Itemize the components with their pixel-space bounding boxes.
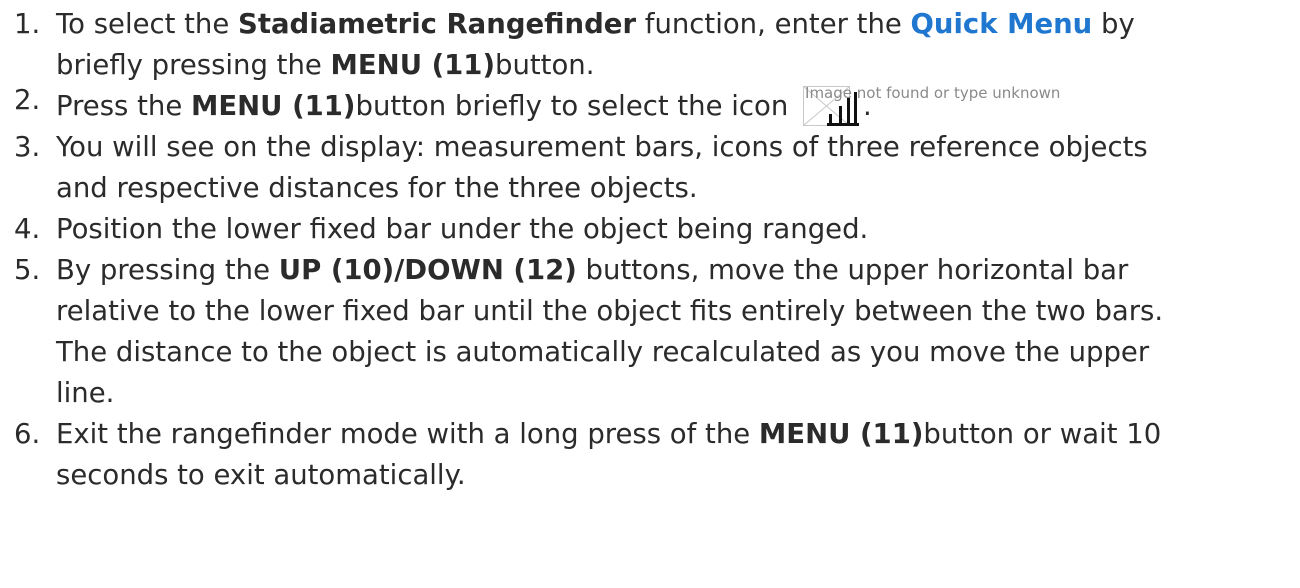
bold-button-name: UP (10)/DOWN (12)	[278, 254, 577, 286]
text-segment: Press the	[56, 90, 191, 122]
list-item-step-5: 5. By pressing the UP (10)/DOWN (12) but…	[14, 250, 1284, 414]
bold-function-name: Stadiametric Rangefinder	[238, 8, 637, 40]
step-number: 1.	[14, 8, 41, 40]
text-segment: Exit the rangefinder mode with a long pr…	[56, 418, 759, 450]
list-item-step-1: 1. To select the Stadiametric Rangefinde…	[14, 4, 1284, 86]
step-number: 6.	[14, 418, 41, 450]
text-segment: function, enter the	[636, 8, 911, 40]
step-number: 2.	[14, 84, 41, 116]
step-text: Press the MENU (11)button briefly to sel…	[56, 84, 1176, 127]
step-text: You will see on the display: measurement…	[56, 131, 1148, 204]
bold-button-name: MENU (11)	[330, 49, 496, 81]
step-text: Position the lower fixed bar under the o…	[56, 213, 869, 245]
instruction-list: 1. To select the Stadiametric Rangefinde…	[14, 4, 1284, 496]
broken-image-placeholder: Image not found or type unknown	[803, 84, 1060, 126]
step-text: To select the Stadiametric Rangefinder f…	[56, 4, 1176, 86]
text-segment: To select the	[56, 8, 239, 40]
bold-button-name: MENU (11)	[191, 90, 356, 122]
step-number: 3.	[14, 131, 41, 163]
bold-button-name: MENU (11)	[758, 418, 924, 450]
step-text: Exit the rangefinder mode with a long pr…	[56, 414, 1176, 496]
list-item-step-3: 3. You will see on the display: measurem…	[14, 127, 1284, 209]
text-segment: button.	[495, 49, 595, 81]
list-item-step-4: 4. Position the lower fixed bar under th…	[14, 209, 1284, 250]
quick-menu-link[interactable]: Quick Menu	[911, 8, 1093, 40]
step-number: 4.	[14, 213, 41, 245]
step-text: By pressing the UP (10)/DOWN (12) button…	[56, 250, 1176, 414]
text-segment: button briefly to select the icon	[355, 90, 798, 122]
text-segment: By pressing the	[56, 254, 279, 286]
list-item-step-6: 6. Exit the rangefinder mode with a long…	[14, 414, 1284, 496]
step-number: 5.	[14, 254, 41, 286]
image-alt-text: Image not found or type unknown	[805, 84, 1061, 102]
list-item-step-2: 2. Press the MENU (11)button briefly to …	[14, 84, 1284, 127]
